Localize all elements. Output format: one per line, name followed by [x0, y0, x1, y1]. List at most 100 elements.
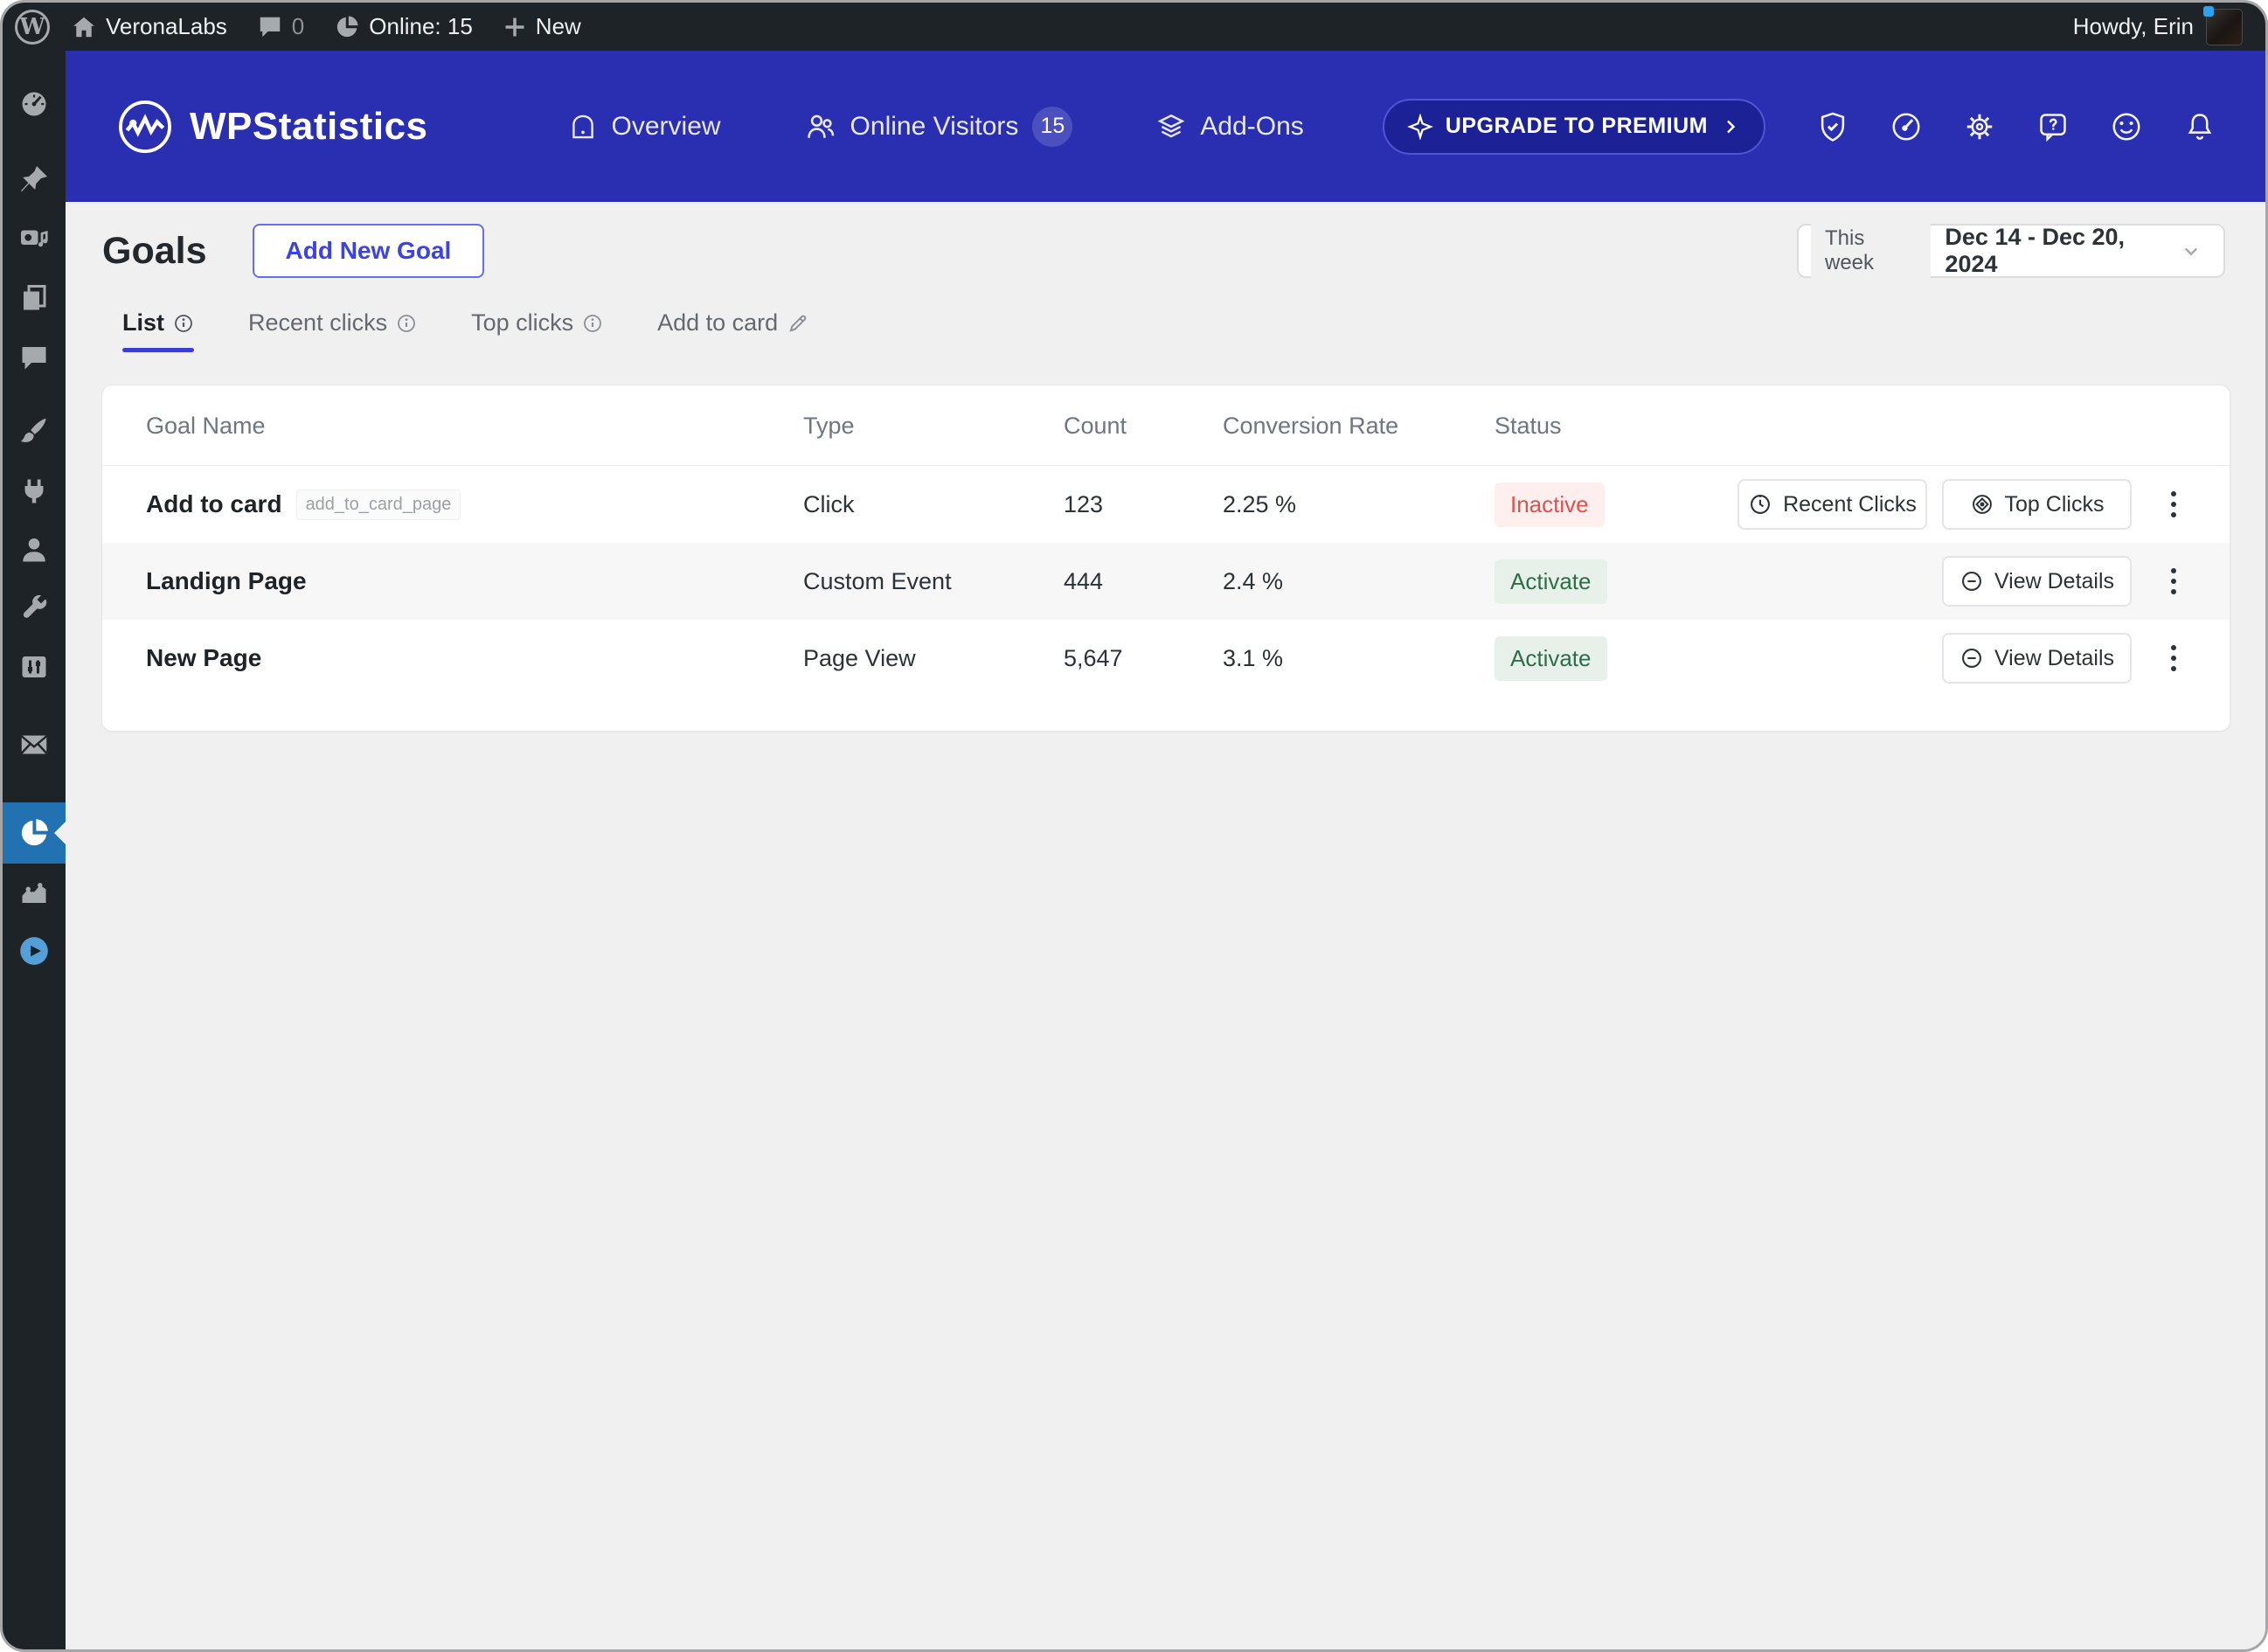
sidebar-item-appearance[interactable] [3, 406, 66, 455]
wp-statistics-logo-icon [119, 100, 171, 153]
chevron-right-icon [1727, 120, 1736, 133]
row-menu-button[interactable] [2158, 620, 2189, 697]
sidebar-item-pages[interactable] [3, 274, 66, 323]
notifications-button[interactable] [2183, 110, 2216, 143]
wp-statistics-logo[interactable]: WPStatistics [116, 98, 428, 156]
site-name-link[interactable]: VeronaLabs [71, 13, 227, 40]
tab-top-clicks[interactable]: Top clicks [471, 309, 603, 352]
sidebar-item-video[interactable] [3, 927, 66, 975]
help-icon [2040, 113, 2066, 142]
chevron-down-icon [2178, 238, 2204, 264]
recent-clicks-button[interactable]: Recent Clicks [1737, 479, 1927, 530]
goal-tag: add_to_card_page [295, 489, 461, 520]
info-icon [582, 313, 603, 334]
avatar[interactable] [2203, 5, 2243, 45]
column-status: Status [1495, 412, 1562, 439]
nav-overview[interactable]: Overview [568, 112, 721, 142]
row-menu-button[interactable] [2158, 466, 2189, 543]
view-details-button[interactable]: View Details [1942, 633, 2132, 684]
tab-add-to-card[interactable]: Add to card [657, 309, 809, 352]
optimization-button[interactable] [1890, 110, 1923, 143]
feedback-button[interactable] [2110, 110, 2143, 143]
date-range-value: Dec 14 - Dec 20, 2024 [1945, 224, 2126, 277]
browser-window: W VeronaLabs 0 Online: 15 New Howdy, Eri… [0, 0, 2268, 1652]
top-clicks-button[interactable]: Top Clicks [1942, 479, 2132, 530]
sidebar-item-dashboard[interactable] [3, 80, 66, 128]
header-nav: Overview Online Visitors 15 Add-Ons [568, 106, 1304, 147]
plus-icon [505, 17, 524, 36]
new-content-link[interactable]: New [503, 13, 581, 40]
status-badge[interactable]: Activate [1495, 635, 1607, 681]
upgrade-premium-button[interactable]: UPGRADE TO PREMIUM [1382, 98, 1765, 155]
howdy-text[interactable]: Howdy, Erin [2073, 13, 2194, 40]
sidebar-item-users[interactable] [3, 525, 66, 574]
appearance-icon [21, 418, 46, 442]
settings-icon [22, 656, 46, 677]
date-range-picker[interactable]: This week Dec 14 - Dec 20, 2024 [1797, 219, 2225, 283]
comments-link[interactable]: 0 [257, 13, 304, 40]
sidebar-item-mail[interactable] [3, 720, 66, 769]
wp-admin-bar: W VeronaLabs 0 Online: 15 New Howdy, Eri… [3, 3, 2265, 51]
page-title: Goals [102, 229, 207, 272]
video-icon [20, 937, 48, 965]
clock-icon [1751, 495, 1771, 514]
nav-online-visitors[interactable]: Online Visitors 15 [805, 106, 1073, 147]
tab-top-clicks-label: Top clicks [471, 309, 574, 336]
goal-name: New Page [146, 644, 262, 671]
status-badge[interactable]: Inactive [1495, 482, 1605, 527]
goal-conversion: 2.25 % [1223, 490, 1297, 517]
goal-type: Custom Event [803, 567, 952, 594]
tab-recent-clicks[interactable]: Recent clicks [248, 309, 417, 352]
admin-bar-left: W VeronaLabs 0 Online: 15 New [15, 9, 611, 45]
tab-add-to-card-label: Add to card [657, 309, 779, 336]
help-button[interactable] [2036, 110, 2070, 143]
comments-icon [22, 347, 46, 370]
admin-bar-right: Howdy, Erin [2073, 5, 2243, 45]
shield-check-icon [1821, 112, 1845, 142]
online-visitors-link[interactable]: Online: 15 [334, 13, 473, 40]
sidebar-item-statistics-active[interactable] [3, 802, 66, 864]
site-name: VeronaLabs [106, 13, 227, 39]
sidebar-item-settings[interactable] [3, 642, 66, 691]
header-actions: UPGRADE TO PREMIUM [1382, 98, 2216, 155]
tab-recent-clicks-label: Recent clicks [248, 309, 388, 336]
goal-name: Add to card [146, 490, 282, 517]
sidebar-item-plugins[interactable] [3, 467, 66, 516]
goals-table-card: Goal Name Type Count Conversion Rate Sta… [101, 385, 2230, 732]
upgrade-label: UPGRADE TO PREMIUM [1445, 114, 1708, 138]
brand-name: WPStatistics [190, 104, 428, 148]
sidebar-item-posts[interactable] [3, 155, 66, 204]
status-badge[interactable]: Activate [1495, 559, 1607, 604]
sidebar-item-media[interactable] [3, 215, 66, 264]
sidebar-item-charts[interactable] [3, 868, 66, 917]
view-details-button[interactable]: View Details [1942, 556, 2132, 607]
title-row: Goals Add New Goal This week Dec 14 - De… [102, 219, 2225, 283]
row-menu-button[interactable] [2158, 543, 2189, 620]
wordpress-menu[interactable]: W [15, 9, 50, 45]
home-icon [572, 115, 593, 138]
settings-button[interactable] [1963, 110, 1996, 143]
mail-icon [20, 735, 48, 754]
pages-icon [24, 285, 46, 310]
sidebar-item-comments[interactable] [3, 333, 66, 382]
add-new-goal-button[interactable]: Add New Goal [252, 224, 485, 278]
layers-icon [1157, 114, 1185, 137]
column-type: Type [803, 412, 855, 439]
goal-name: Landign Page [146, 567, 307, 594]
dashboard-icon [22, 92, 46, 116]
goal-count: 123 [1064, 490, 1104, 517]
table-row: New Page Page View 5,647 3.1 % Activate … [102, 620, 2230, 697]
nav-addons[interactable]: Add-Ons [1156, 112, 1304, 142]
sidebar-item-tools[interactable] [3, 583, 66, 632]
wordpress-logo-icon: W [15, 9, 50, 45]
goal-conversion: 2.4 % [1223, 567, 1284, 594]
visitors-icon [807, 115, 834, 138]
wp-statistics-header: WPStatistics Overview Online Visitors 15… [66, 51, 2265, 202]
statistics-pie-icon [21, 819, 48, 846]
tab-list[interactable]: List [122, 309, 195, 352]
date-range-preset: This week [1811, 219, 1932, 283]
nav-overview-label: Overview [611, 111, 721, 141]
comments-count: 0 [291, 13, 305, 39]
privacy-audit-button[interactable] [1816, 110, 1849, 143]
circle-minus-icon [1961, 572, 1981, 591]
